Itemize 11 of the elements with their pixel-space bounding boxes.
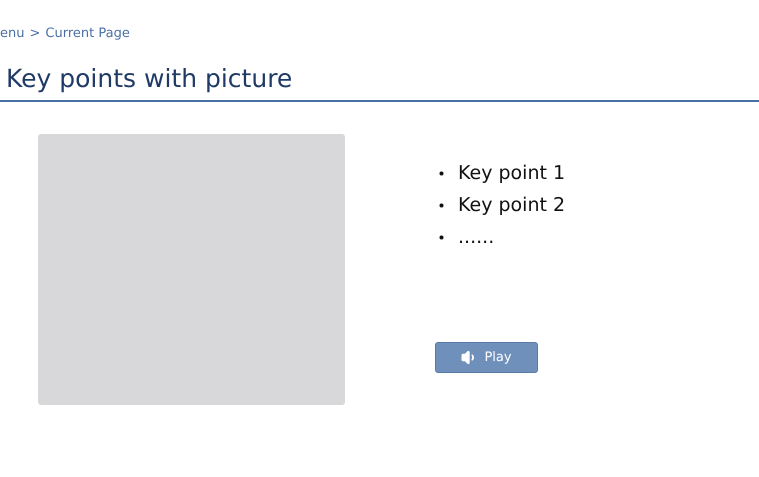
key-point: Key point 1	[458, 160, 566, 186]
key-point: Key point 2	[458, 192, 566, 218]
bullet-icon	[439, 170, 444, 176]
page-title: Key points with picture	[6, 63, 292, 95]
breadcrumb-link[interactable]: enu	[0, 24, 24, 44]
play-button[interactable]: Play	[435, 342, 538, 373]
bullet-icon	[439, 202, 444, 208]
breadcrumb-current: Current Page	[45, 25, 130, 44]
breadcrumb-separator: >	[29, 25, 40, 44]
bullet-icon	[439, 234, 444, 240]
key-point: ......	[458, 224, 494, 250]
